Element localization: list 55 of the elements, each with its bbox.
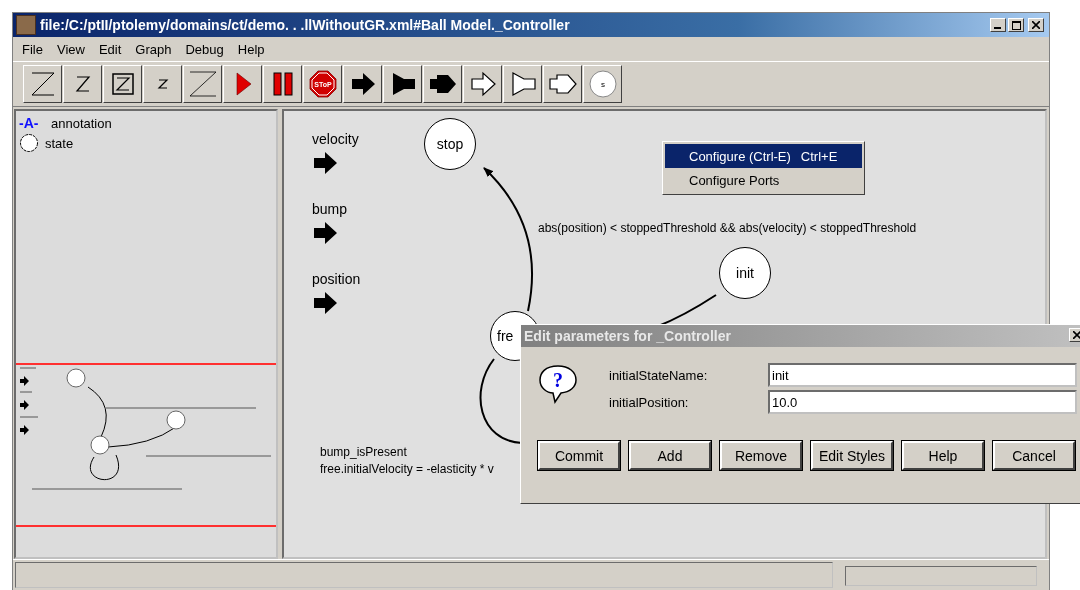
toolbar-button[interactable] [463,65,502,103]
toolbar-button[interactable] [63,65,102,103]
port-label: bump [312,201,348,217]
maximize-icon [1011,20,1021,30]
transition-label: free.initialVelocity = -elasticity * v [320,462,494,476]
toolbar-button[interactable] [503,65,542,103]
zoom-full-icon [187,69,218,99]
menu-item[interactable]: View [49,39,92,59]
toolbar-button[interactable] [423,65,462,103]
port-label: position [312,271,361,287]
field-label: initialStateName: [609,367,709,383]
state-node[interactable]: stop [424,118,476,170]
minimize-button[interactable] [990,18,1006,32]
transition-label: bump_isPresent [320,445,408,459]
menu-item[interactable]: Configure Ports [665,168,862,192]
toolbar-button[interactable] [143,65,182,103]
toolbar-button[interactable] [23,65,62,103]
dialog-button[interactable]: Edit Styles [811,441,893,470]
toolbar-button[interactable] [383,65,422,103]
close-icon [1073,331,1080,339]
port-label: velocity [312,131,359,147]
menu-item[interactable]: Debug [178,39,231,59]
input-field[interactable]: init [768,363,1077,387]
close-icon [1032,21,1040,29]
dialog-button[interactable]: Commit [538,441,620,470]
toolbar-button[interactable] [183,65,222,103]
port-arrow-icon [312,221,338,245]
input-field[interactable]: 10.0 [768,390,1077,414]
toolbar-button[interactable] [543,65,582,103]
state-node[interactable]: init [719,247,771,299]
transition-label: abs(position) < stoppedThreshold && abs(velocity) < stoppedThreshold [538,221,917,235]
dialog-button[interactable]: Add [629,441,711,470]
port-arrow-icon [312,291,338,315]
menu-item[interactable]: Graph [128,39,179,59]
state-circle-icon [19,133,41,153]
close-button[interactable] [1028,18,1044,32]
dialog-button[interactable]: Cancel [993,441,1075,470]
app-icon [16,15,36,35]
question-icon: ? [537,363,579,405]
menu-item[interactable]: Configure (Ctrl-E) Ctrl+E [665,144,862,168]
palette-item[interactable]: state [19,133,273,153]
dialog-button[interactable]: Remove [720,441,802,470]
field-label: initialPosition: [609,394,690,410]
menu-item[interactable]: File [15,39,50,59]
port-arrow-icon [312,151,338,175]
toolbar-button[interactable] [343,65,382,103]
palette-item[interactable]: -A- annotation [19,113,273,133]
menu-item[interactable]: Edit [91,39,129,59]
menu-item[interactable]: Help [230,39,272,59]
window-title: file:/C:/ptII/ptolemy/domains/ct/demo. . .llWithoutGR.xml#Ball Model._Controller [40,17,571,33]
maximize-button[interactable] [1008,18,1024,32]
toolbar-button[interactable] [223,65,262,103]
toolbar-button[interactable] [103,65,142,103]
toolbar-button[interactable] [263,65,302,103]
dialog-button[interactable]: Help [902,441,984,470]
